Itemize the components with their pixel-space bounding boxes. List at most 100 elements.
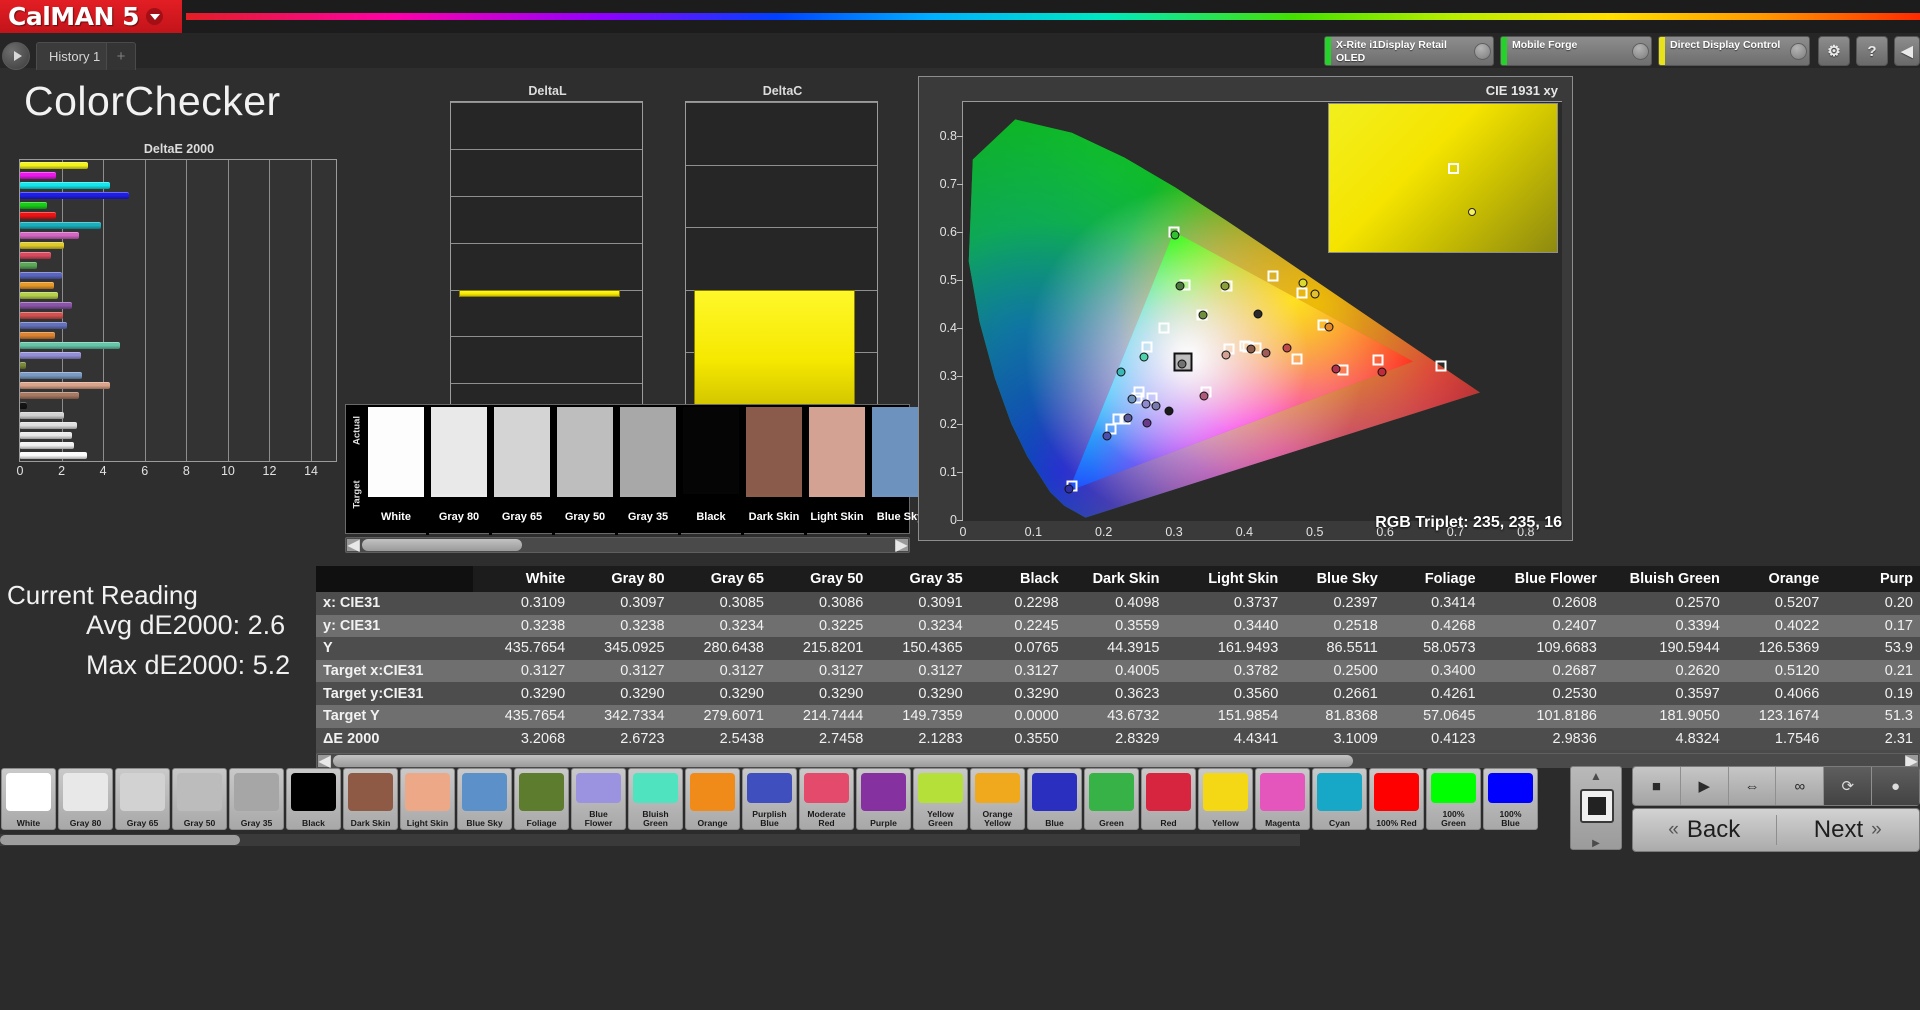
extra-button[interactable]: ● <box>1872 767 1919 805</box>
pattern-swatch-button[interactable]: Magenta <box>1255 768 1310 830</box>
pattern-swatch-button[interactable]: Foliage <box>514 768 569 830</box>
pattern-swatch-button[interactable]: Gray 65 <box>115 768 170 830</box>
pattern-swatch-button[interactable]: Cyan <box>1312 768 1367 830</box>
current-reading-title: Current Reading <box>7 580 198 611</box>
pattern-swatch-button[interactable]: PurplishBlue <box>742 768 797 830</box>
swatch-cell[interactable]: Gray 80 <box>429 405 492 535</box>
settings-button[interactable]: ⚙ <box>1818 36 1850 66</box>
cie-measured-marker <box>1325 322 1334 331</box>
swatch-cell[interactable]: Gray 35 <box>618 405 681 535</box>
scroll-thumb[interactable] <box>0 835 240 845</box>
stepper-down-icon[interactable]: ▶ <box>1571 838 1621 849</box>
swatch-cell[interactable]: White <box>366 405 429 535</box>
pattern-swatch-button[interactable]: BluishGreen <box>628 768 683 830</box>
swatch-cell[interactable]: Gray 50 <box>555 405 618 535</box>
table-column-header[interactable]: Orange <box>1727 566 1826 592</box>
chevron-down-icon[interactable] <box>146 8 163 25</box>
scroll-right-icon[interactable]: ▶ <box>895 539 908 551</box>
calman-logo-button[interactable]: CalMAN 5 <box>0 0 182 33</box>
table-column-header[interactable]: Gray 50 <box>771 566 870 592</box>
table-column-header[interactable]: Gray 80 <box>572 566 671 592</box>
chevron-down-icon[interactable] <box>1629 37 1651 65</box>
scroll-left-icon[interactable]: ◀ <box>347 539 360 551</box>
swatch-actual <box>746 407 802 497</box>
refresh-button[interactable]: ⟳ <box>1824 767 1872 805</box>
table-column-header[interactable]: White <box>473 566 572 592</box>
refresh-icon: ⟳ <box>1841 777 1854 795</box>
table-column-header[interactable]: Light Skin <box>1166 566 1285 592</box>
pattern-swatch-button[interactable]: ModerateRed <box>799 768 854 830</box>
swatch-cell[interactable]: Light Skin <box>807 405 870 535</box>
delta-tick-mark <box>450 290 451 291</box>
pattern-swatch-button[interactable]: Gray 50 <box>172 768 227 830</box>
stepper-up-icon[interactable]: ▲ <box>1571 769 1621 783</box>
pattern-color-chip <box>1317 773 1362 811</box>
pattern-swatch-button[interactable]: 100%Green <box>1426 768 1481 830</box>
range-button[interactable]: ⇔ <box>1729 767 1777 805</box>
swatch-cell[interactable]: Black <box>681 405 744 535</box>
delta-gridline <box>451 196 642 197</box>
source-selector[interactable]: Mobile Forge <box>1500 36 1652 66</box>
add-tab-button[interactable]: + <box>106 42 136 70</box>
scroll-left-icon[interactable]: ◀ <box>318 755 331 767</box>
pattern-swatch-button[interactable]: Purple <box>856 768 911 830</box>
pattern-swatch-button[interactable]: Dark Skin <box>343 768 398 830</box>
pattern-swatch-button[interactable]: OrangeYellow <box>970 768 1025 830</box>
loop-button[interactable]: ∞ <box>1776 767 1824 805</box>
pattern-swatch-button[interactable]: Green <box>1084 768 1139 830</box>
table-column-header[interactable]: Black <box>970 566 1066 592</box>
pattern-stepper[interactable]: ▲ ▶ <box>1570 766 1622 850</box>
table-column-header[interactable]: Blue Sky <box>1285 566 1385 592</box>
pattern-swatch-button[interactable]: White <box>1 768 56 830</box>
collapse-panel-button[interactable]: ◀ <box>1894 36 1920 66</box>
table-cell: 0.3290 <box>572 682 671 705</box>
display-control-selector[interactable]: Direct Display Control <box>1658 36 1810 66</box>
play-session-button[interactable] <box>2 42 30 70</box>
table-cell: 0.2687 <box>1483 660 1604 683</box>
chevron-down-icon[interactable] <box>1787 37 1809 65</box>
pattern-swatch-button[interactable]: YellowGreen <box>913 768 968 830</box>
swatch-cell[interactable]: Gray 65 <box>492 405 555 535</box>
table-column-header[interactable]: Dark Skin <box>1066 566 1167 592</box>
table-column-header[interactable]: Gray 35 <box>870 566 969 592</box>
back-button[interactable]: « Back <box>1633 816 1776 844</box>
pattern-swatch-button[interactable]: Gray 35 <box>229 768 284 830</box>
table-cell: 51.3 <box>1826 705 1920 728</box>
pattern-swatch-button[interactable]: BlueFlower <box>571 768 626 830</box>
cie-measured-marker <box>1143 419 1152 428</box>
play-button[interactable]: ▶ <box>1681 767 1729 805</box>
pattern-strip-scrollbar[interactable] <box>0 834 1300 846</box>
pattern-swatch-button[interactable]: Black <box>286 768 341 830</box>
pattern-swatch-button[interactable]: Yellow <box>1198 768 1253 830</box>
pattern-swatch-button[interactable]: Blue <box>1027 768 1082 830</box>
cie-y-tick: 0.3 <box>940 369 957 383</box>
table-cell: 0.4098 <box>1066 592 1167 615</box>
pattern-swatch-label: Cyan <box>1313 819 1366 828</box>
scroll-thumb[interactable] <box>362 539 522 551</box>
pattern-swatch-button[interactable]: Light Skin <box>400 768 455 830</box>
table-column-header[interactable]: Foliage <box>1385 566 1483 592</box>
measurement-table-wrap[interactable]: WhiteGray 80Gray 65Gray 50Gray 35BlackDa… <box>316 566 1920 760</box>
scroll-thumb[interactable] <box>333 755 1353 767</box>
table-column-header[interactable]: Bluish Green <box>1604 566 1727 592</box>
table-column-header[interactable]: Gray 65 <box>672 566 771 592</box>
table-column-header[interactable]: Purp <box>1826 566 1920 592</box>
pattern-swatch-button[interactable]: Blue Sky <box>457 768 512 830</box>
help-button[interactable]: ? <box>1856 36 1888 66</box>
tab-history-1[interactable]: History 1 <box>36 42 113 70</box>
chevron-down-icon[interactable] <box>1471 37 1493 65</box>
table-column-header[interactable]: Blue Flower <box>1483 566 1604 592</box>
pattern-swatch-button[interactable]: Gray 80 <box>58 768 113 830</box>
chevron-right-icon: » <box>1871 819 1882 841</box>
pattern-swatch-button[interactable]: Red <box>1141 768 1196 830</box>
deltae-bar <box>20 402 27 409</box>
pattern-swatch-button[interactable]: Orange <box>685 768 740 830</box>
pattern-swatch-button[interactable]: 100% Red <box>1369 768 1424 830</box>
pattern-swatch-button[interactable]: 100%Blue <box>1483 768 1538 830</box>
meter-selector[interactable]: X-Rite i1Display Retail OLED <box>1324 36 1494 66</box>
next-button[interactable]: Next » <box>1777 816 1920 844</box>
stop-button[interactable]: ■ <box>1633 767 1681 805</box>
control-label: Direct Display Control <box>1665 37 1787 65</box>
swatch-cell[interactable]: Dark Skin <box>744 405 807 535</box>
swatch-hscrollbar[interactable]: ◀ ▶ <box>345 537 910 553</box>
